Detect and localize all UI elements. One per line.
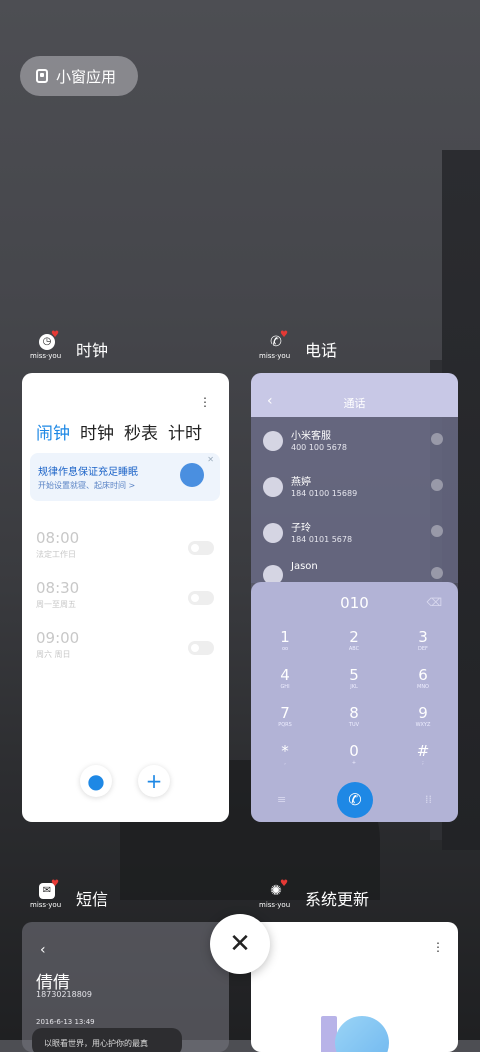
contact-item[interactable]: 小米客服 400 100 5678	[263, 423, 443, 459]
miui-logo-circle	[335, 1016, 389, 1052]
dial-key[interactable]: 9 WXYZ	[393, 704, 453, 728]
backspace-icon[interactable]: ⌫	[426, 596, 442, 609]
clock-app-card[interactable]: ⋮ 闹钟 时钟 秒表 计时 规律作息保证充足睡眠 开始设置就寝、起床时间 > ✕…	[22, 373, 229, 822]
dial-key[interactable]: 7 PQRS	[255, 704, 315, 728]
dial-key[interactable]: *,	[255, 742, 315, 766]
contact-detail-icon[interactable]	[431, 433, 443, 445]
app-header-sms[interactable]: ✉ ♥ miss·you 短信	[30, 879, 109, 915]
message-bubble: 以眼看世界，用心护你的最真	[32, 1028, 182, 1052]
app-name-sms: 短信	[76, 890, 109, 909]
phone-title: 通话	[343, 397, 366, 410]
dialpad: 010 ⌫ 1 oo 2 ABC 3 DEF 4 GHI 5 JKL 6 MNO 7 PQRS 8 TUV 9 W…	[251, 582, 458, 822]
dial-key[interactable]: 1 oo	[255, 628, 315, 652]
phone-call-icon[interactable]: ✆	[337, 782, 373, 818]
banner-subtitle: 开始设置就寝、起床时间 >	[38, 481, 136, 490]
small-window-icon	[36, 69, 48, 83]
dial-key[interactable]: #;	[393, 742, 453, 766]
app-header-update[interactable]: ✺ ♥ miss·you 系统更新	[259, 879, 370, 915]
alarm-item[interactable]: 08:00 法定工作日	[36, 529, 216, 569]
tab-stopwatch[interactable]: 秒表	[124, 419, 158, 444]
alarm-item[interactable]: 09:00 周六 周日	[36, 629, 216, 669]
phone-topbar: ‹ 通话	[251, 373, 458, 417]
avatar	[263, 523, 283, 543]
avatar	[263, 477, 283, 497]
sleep-banner[interactable]: 规律作息保证充足睡眠 开始设置就寝、起床时间 > ✕	[30, 453, 220, 501]
menu-icon[interactable]: ≡	[277, 793, 286, 806]
tab-clock[interactable]: 时钟	[80, 419, 114, 444]
app-name-clock: 时钟	[76, 341, 109, 360]
plus-icon[interactable]: +	[138, 765, 170, 797]
close-icon[interactable]: ✕	[210, 914, 270, 974]
dial-key[interactable]: 3 DEF	[393, 628, 453, 652]
moon-icon	[180, 463, 204, 487]
back-icon[interactable]: ‹	[40, 942, 46, 958]
app-header-clock[interactable]: ◷ ♥ miss·you 时钟	[30, 330, 109, 366]
alarm-toggle[interactable]	[188, 541, 214, 555]
contact-item[interactable]: 燕婷 184 0100 15689	[263, 469, 443, 505]
tab-alarm[interactable]: 闹钟	[36, 419, 70, 444]
contact-detail-icon[interactable]	[431, 525, 443, 537]
alarm-toggle[interactable]	[188, 591, 214, 605]
more-options-icon[interactable]: ⋮	[432, 940, 444, 954]
small-window-apps-button[interactable]: 小窗应用	[20, 56, 138, 96]
sms-contact-number: 18730218809	[36, 990, 92, 999]
phone-app-card[interactable]: ‹ 通话 小米客服 400 100 5678 燕婷 184 0100 15689…	[251, 373, 458, 822]
sms-app-icon: ✉ ♥ miss·you	[30, 879, 62, 909]
banner-close-icon[interactable]: ✕	[207, 455, 214, 464]
mic-icon[interactable]: ●	[80, 765, 112, 797]
sms-app-card[interactable]: ‹ 倩倩 18730218809 2016-6-13 13:49 以眼看世界，用…	[22, 922, 229, 1052]
contact-detail-icon[interactable]	[431, 567, 443, 579]
sms-date: 2016-6-13 13:49	[36, 1018, 95, 1026]
clock-tabs: 闹钟 时钟 秒表 计时	[36, 419, 202, 444]
small-window-label: 小窗应用	[56, 67, 117, 86]
update-app-icon: ✺ ♥ miss·you	[259, 879, 291, 909]
avatar	[263, 431, 283, 451]
app-header-phone[interactable]: ✆ ♥ miss·you 电话	[259, 330, 338, 366]
system-update-card[interactable]: ⋮	[251, 922, 458, 1052]
banner-title: 规律作息保证充足睡眠	[38, 467, 138, 478]
contact-item[interactable]: 子玲 184 0101 5678	[263, 515, 443, 551]
dial-key[interactable]: 4 GHI	[255, 666, 315, 690]
dial-key[interactable]: 8 TUV	[324, 704, 384, 728]
dial-key[interactable]: 0 +	[324, 742, 384, 766]
phone-app-icon: ✆ ♥ miss·you	[259, 330, 291, 360]
contact-detail-icon[interactable]	[431, 479, 443, 491]
keypad-icon[interactable]: ⁞⁞	[425, 793, 432, 806]
contact-list: 小米客服 400 100 5678 燕婷 184 0100 15689 子玲 1…	[251, 417, 458, 585]
dial-key[interactable]: 2 ABC	[324, 628, 384, 652]
app-name-update: 系统更新	[305, 890, 370, 909]
dial-key[interactable]: 6 MNO	[393, 666, 453, 690]
alarm-toggle[interactable]	[188, 641, 214, 655]
tab-timer[interactable]: 计时	[168, 419, 202, 444]
dial-key[interactable]: 5 JKL	[324, 666, 384, 690]
clock-app-icon: ◷ ♥ miss·you	[30, 330, 62, 360]
alarm-item[interactable]: 08:30 周一至周五	[36, 579, 216, 619]
more-options-icon[interactable]: ⋮	[199, 395, 211, 409]
app-name-phone: 电话	[305, 341, 338, 360]
